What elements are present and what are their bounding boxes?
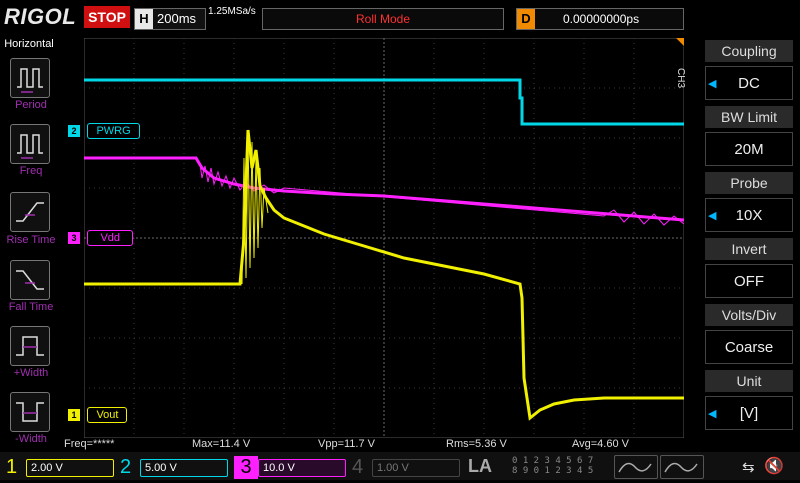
volts-div-value: Coarse bbox=[724, 339, 774, 356]
ch3-label-num: 3 bbox=[68, 231, 80, 244]
rise-time-label: Rise Time bbox=[6, 234, 56, 246]
invert-button[interactable]: OFF bbox=[705, 264, 793, 298]
run-stop-button[interactable]: STOP bbox=[84, 6, 130, 28]
coupling-value: DC bbox=[738, 75, 760, 92]
sample-rate: 1.25MSa/s bbox=[208, 6, 256, 17]
freq-button[interactable] bbox=[10, 124, 50, 164]
brand-logo: RIGOL bbox=[4, 4, 77, 29]
ch3-number[interactable]: 3 bbox=[234, 456, 258, 479]
usb-icon: ⇆ bbox=[742, 459, 755, 476]
period-icon bbox=[17, 68, 43, 93]
freq-label: Freq bbox=[19, 165, 43, 177]
timebase-key: H bbox=[135, 9, 153, 29]
timebase-value: 200ms bbox=[157, 11, 197, 26]
probe-arrow-icon: ◀ bbox=[708, 210, 717, 222]
delay-value: 0.00000000ps bbox=[563, 12, 640, 26]
la-digits-bottom: 8 9 0 1 2 3 4 5 bbox=[512, 466, 594, 476]
delay-indicator[interactable]: D 0.00000000ps bbox=[516, 8, 684, 30]
coupling-button[interactable]: DC bbox=[705, 66, 793, 100]
negative-width-icon bbox=[16, 402, 44, 422]
freq-icon bbox=[17, 134, 43, 159]
ch1-label-num: 1 bbox=[68, 408, 80, 421]
measure-rms: Rms=5.36 V bbox=[446, 438, 507, 450]
bw-limit-button[interactable]: 20M bbox=[705, 132, 793, 166]
measure-avg: Avg=4.60 V bbox=[572, 438, 629, 450]
acquisition-mode: Roll Mode bbox=[262, 8, 504, 30]
probe-value: 10X bbox=[735, 207, 763, 224]
ch1-scale[interactable]: 2.00 V bbox=[26, 459, 114, 477]
la-label[interactable]: LA bbox=[468, 456, 492, 477]
coupling-title: Coupling bbox=[705, 40, 793, 62]
probe-title: Probe bbox=[705, 172, 793, 194]
fall-time-icon bbox=[16, 270, 44, 290]
volts-div-title: Volts/Div bbox=[705, 304, 793, 326]
rise-time-icon bbox=[16, 202, 44, 222]
period-label: Period bbox=[15, 99, 47, 111]
fall-time-label: Fall Time bbox=[8, 301, 54, 313]
menu-channel-tag: CH3 bbox=[675, 68, 686, 89]
math-channel-2[interactable] bbox=[660, 455, 704, 479]
fall-time-button[interactable] bbox=[10, 260, 50, 300]
ch2-label-num: 2 bbox=[68, 124, 80, 137]
unit-title: Unit bbox=[705, 370, 793, 392]
positive-width-label: +Width bbox=[13, 367, 49, 379]
ch3-label[interactable]: 3 Vdd bbox=[68, 229, 134, 247]
measure-menu: Horizontal Period Freq Rise Time Fall Ti… bbox=[0, 38, 58, 450]
measure-vpp: Vpp=11.7 V bbox=[318, 438, 375, 450]
unit-value: [V] bbox=[739, 405, 759, 422]
measure-freq: Freq=***** bbox=[64, 438, 115, 450]
math-channel-1[interactable] bbox=[614, 455, 658, 479]
probe-button[interactable]: 10X bbox=[705, 198, 793, 232]
invert-value: OFF bbox=[734, 273, 764, 290]
ch3-label-text: Vdd bbox=[87, 229, 134, 246]
measure-max: Max=11.4 V bbox=[192, 438, 251, 450]
math-wave-icon bbox=[618, 462, 652, 473]
negative-width-label: -Width bbox=[15, 433, 47, 445]
ch2-label-text: PWRG bbox=[87, 122, 140, 139]
ch1-scale-value: 2.00 V bbox=[31, 462, 63, 474]
ch2-scale-value: 5.00 V bbox=[145, 462, 177, 474]
delay-key: D bbox=[517, 9, 535, 29]
unit-button[interactable]: [V] bbox=[705, 396, 793, 430]
rise-time-button[interactable] bbox=[10, 192, 50, 232]
ch4-scale[interactable]: 1.00 V bbox=[372, 459, 460, 477]
bw-limit-value: 20M bbox=[734, 141, 764, 158]
ch1-label-text: Vout bbox=[87, 406, 128, 423]
negative-width-button[interactable] bbox=[10, 392, 50, 432]
ch2-scale[interactable]: 5.00 V bbox=[140, 459, 228, 477]
measure-menu-title: Horizontal bbox=[4, 38, 54, 50]
invert-title: Invert bbox=[705, 238, 793, 260]
positive-width-button[interactable] bbox=[10, 326, 50, 366]
waveform-display[interactable] bbox=[84, 38, 684, 438]
ch1-label[interactable]: 1 Vout bbox=[68, 406, 128, 424]
speaker-mute-icon[interactable]: 🔇 bbox=[764, 456, 784, 476]
ch1-number[interactable]: 1 bbox=[6, 456, 17, 479]
timebase-indicator[interactable]: H 200ms bbox=[134, 8, 206, 30]
la-digits-top: 0 1 2 3 4 5 6 7 bbox=[512, 456, 594, 466]
math-wave-icon bbox=[664, 462, 698, 473]
coupling-arrow-icon: ◀ bbox=[708, 78, 717, 90]
ch2-label[interactable]: 2 PWRG bbox=[68, 122, 140, 140]
unit-arrow-icon: ◀ bbox=[708, 408, 717, 420]
volts-div-button[interactable]: Coarse bbox=[705, 330, 793, 364]
la-digits: 0 1 2 3 4 5 6 7 8 9 0 1 2 3 4 5 bbox=[512, 456, 593, 476]
ch3-scale-value: 10.0 V bbox=[263, 462, 295, 474]
bw-limit-title: BW Limit bbox=[705, 106, 793, 128]
ch2-number[interactable]: 2 bbox=[120, 456, 131, 479]
ch3-scale[interactable]: 10.0 V bbox=[258, 459, 346, 477]
ch4-scale-value: 1.00 V bbox=[377, 462, 409, 474]
period-button[interactable] bbox=[10, 58, 50, 98]
positive-width-icon bbox=[16, 336, 44, 356]
ch4-number[interactable]: 4 bbox=[352, 456, 363, 479]
